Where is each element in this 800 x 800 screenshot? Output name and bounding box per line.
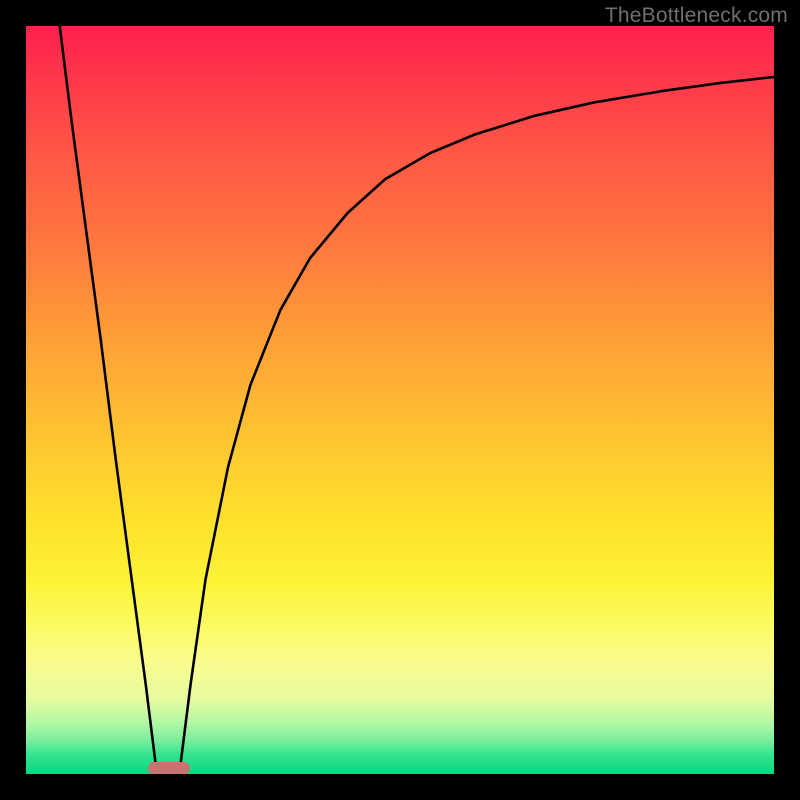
plot-area xyxy=(26,26,774,774)
chart-stage: TheBottleneck.com xyxy=(0,0,800,800)
watermark-text: TheBottleneck.com xyxy=(605,4,788,28)
curve-path xyxy=(60,26,774,774)
bottleneck-curve xyxy=(26,26,774,774)
optimal-marker xyxy=(148,762,190,774)
